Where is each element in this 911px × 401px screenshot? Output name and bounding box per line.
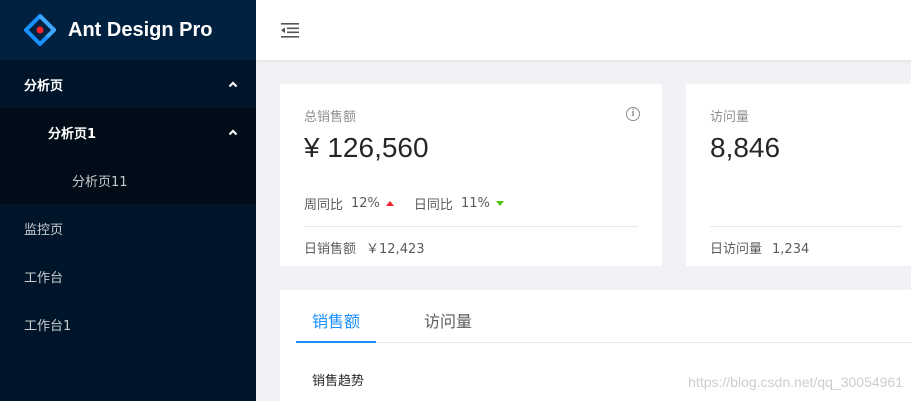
sidebar-item-label: 工作台: [24, 270, 64, 286]
info-circle-icon[interactable]: i: [626, 107, 640, 121]
visits-card: 访问量 8,846 日访问量 1,234: [686, 84, 911, 266]
daily-trend-value: 11%: [460, 196, 490, 211]
daily-visits-label: 日访问量: [710, 242, 763, 257]
sidebar: Ant Design Pro 分析页 分析页1 分析页11 监控页 工作台 工作…: [0, 0, 256, 401]
weekly-trend: 周同比 12%: [304, 194, 394, 213]
card-footer: 日访问量 1,234: [710, 238, 809, 257]
chevron-up-icon: [228, 81, 238, 91]
weekly-trend-label: 周同比: [304, 198, 344, 213]
tab-bar: 销售额 访问量: [296, 290, 911, 343]
visits-value: 8,846: [710, 132, 781, 163]
daily-sales-label: 日销售额: [304, 242, 357, 257]
sidebar-item-label: 分析页1: [48, 126, 97, 142]
tab-visits[interactable]: 访问量: [408, 290, 488, 342]
ant-design-logo-icon: [24, 14, 56, 46]
sidebar-item-workplace[interactable]: 工作台: [0, 252, 256, 300]
sidebar-item-label: 工作台1: [24, 318, 72, 334]
watermark: https://blog.csdn.net/qq_30054961: [688, 374, 903, 390]
sidebar-item-analysis-1[interactable]: 分析页1: [0, 108, 256, 156]
sidebar-item-label: 监控页: [24, 222, 64, 238]
brand-name: Ant Design Pro: [68, 18, 213, 41]
divider: [710, 226, 902, 227]
caret-up-icon: [385, 201, 394, 206]
trend-row: 周同比 12% 日同比 11%: [304, 194, 524, 213]
caret-down-icon: [495, 201, 504, 206]
total-sales-value: ¥ 126,560: [304, 132, 429, 163]
daily-sales-value: ￥12,423: [366, 242, 425, 257]
header: [256, 0, 911, 60]
daily-trend-label: 日同比: [413, 198, 453, 213]
sidebar-item-label: 分析页: [24, 78, 64, 94]
menu-fold-icon[interactable]: [280, 20, 300, 40]
visits-label: 访问量: [710, 110, 750, 125]
divider: [304, 226, 638, 227]
total-sales-card: 总销售额 i ¥ 126,560 周同比 12% 日同比 11% 日销售额 ￥12…: [280, 84, 662, 266]
sidebar-item-label: 分析页11: [72, 174, 128, 190]
section-title: 销售趋势: [312, 374, 365, 389]
sidebar-menu: 分析页 分析页1 分析页11 监控页 工作台 工作台1: [0, 60, 256, 348]
tab-sales[interactable]: 销售额: [296, 290, 377, 343]
card-footer: 日销售额 ￥12,423: [304, 238, 425, 257]
chevron-up-icon: [228, 129, 238, 139]
daily-visits-value: 1,234: [772, 242, 810, 257]
sidebar-item-analysis[interactable]: 分析页: [0, 60, 256, 108]
weekly-trend-value: 12%: [351, 196, 380, 211]
total-sales-label: 总销售额: [304, 110, 357, 125]
daily-trend: 日同比 11%: [414, 194, 504, 213]
sidebar-item-monitor[interactable]: 监控页: [0, 204, 256, 252]
sidebar-item-workplace-1[interactable]: 工作台1: [0, 300, 256, 348]
sidebar-item-analysis-11[interactable]: 分析页11: [0, 156, 256, 204]
logo[interactable]: Ant Design Pro: [0, 0, 256, 60]
